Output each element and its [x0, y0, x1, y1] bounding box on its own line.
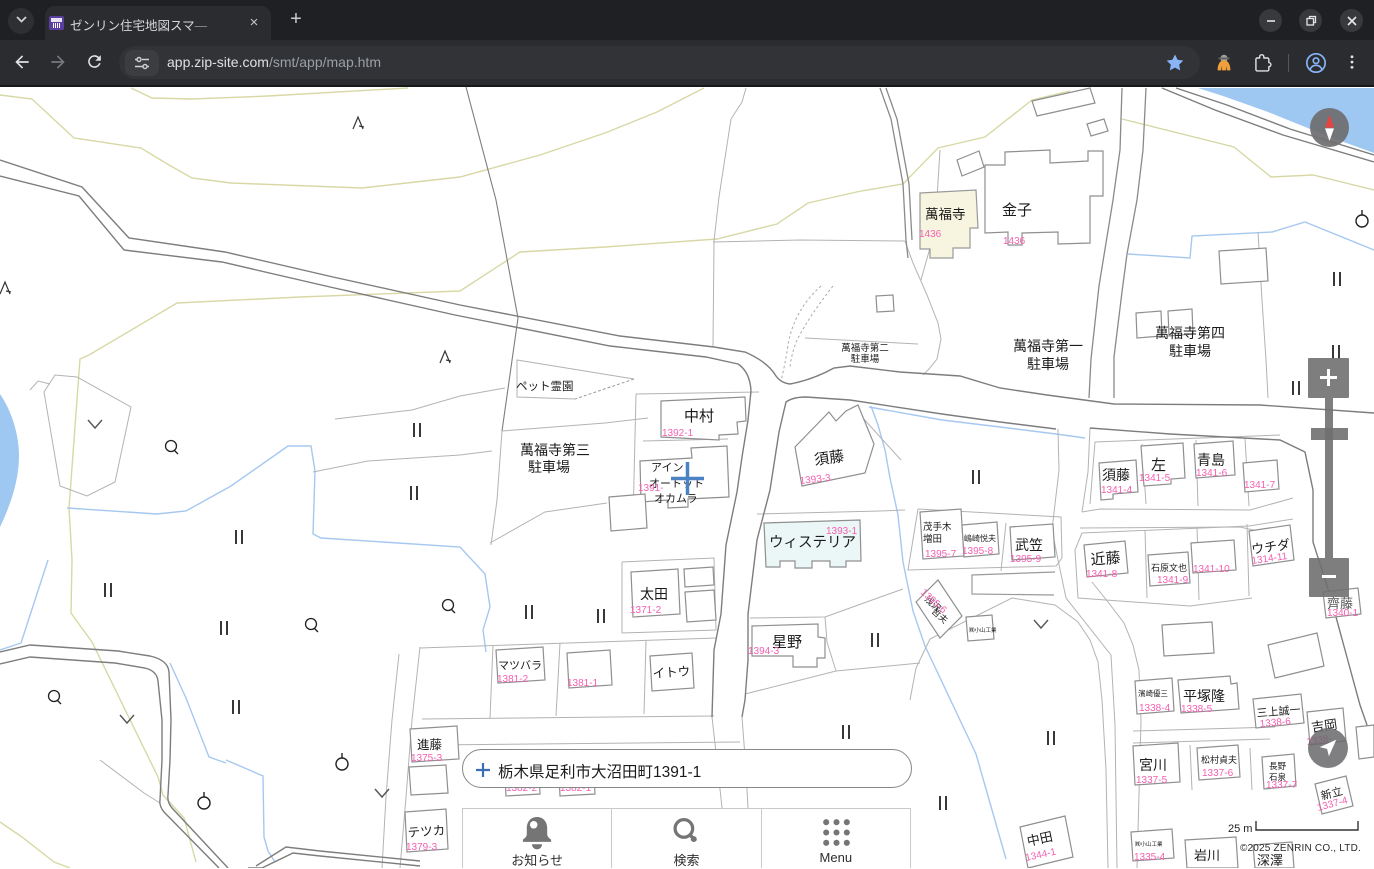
svg-text:松村貞夫: 松村貞夫 [1201, 754, 1237, 765]
svg-text:太田: 太田 [640, 586, 668, 602]
svg-text:㈱小山工業: ㈱小山工業 [969, 626, 997, 634]
svg-text:近藤: 近藤 [1090, 549, 1121, 569]
svg-text:1392-1: 1392-1 [662, 428, 694, 439]
svg-text:1341-4: 1341-4 [1101, 485, 1133, 496]
svg-text:1371-2: 1371-2 [630, 605, 662, 616]
svg-text:1394-3: 1394-3 [748, 646, 780, 657]
svg-text:1375-3: 1375-3 [411, 753, 443, 764]
svg-text:駐車場: 駐車場 [1169, 343, 1211, 359]
svg-text:©2025 ZENRIN CO., LTD.: ©2025 ZENRIN CO., LTD. [1240, 843, 1361, 854]
svg-text:中村: 中村 [684, 408, 714, 425]
svg-text:1335-4: 1335-4 [1134, 852, 1166, 863]
svg-text:1337-7: 1337-7 [1266, 780, 1298, 791]
svg-text:左: 左 [1151, 457, 1166, 474]
svg-text:1341-10: 1341-10 [1193, 564, 1230, 575]
svg-text:1436: 1436 [919, 229, 942, 240]
svg-text:1338-4: 1338-4 [1139, 703, 1171, 714]
svg-text:1341-5: 1341-5 [1139, 473, 1171, 484]
svg-text:茂手木: 茂手木 [923, 521, 952, 533]
svg-text:1381-1: 1381-1 [567, 678, 599, 689]
svg-text:武笠: 武笠 [1015, 537, 1043, 553]
svg-text:萬福寺: 萬福寺 [925, 207, 966, 222]
svg-text:25 m: 25 m [1228, 823, 1252, 835]
svg-text:長野: 長野 [1269, 761, 1287, 771]
svg-text:青島: 青島 [1197, 452, 1225, 468]
svg-text:駐車場: 駐車場 [1027, 356, 1069, 372]
svg-text:萬福寺第二: 萬福寺第二 [841, 342, 889, 354]
svg-text:嶋崎悦夫: 嶋崎悦夫 [964, 533, 996, 543]
svg-text:濱崎優三: 濱崎優三 [1138, 688, 1168, 698]
svg-text:ペット霊園: ペット霊園 [516, 380, 574, 393]
svg-text:深澤: 深澤 [1257, 853, 1283, 868]
svg-text:1337-5: 1337-5 [1136, 775, 1168, 786]
svg-text:1436: 1436 [1003, 236, 1026, 247]
svg-text:アイン: アイン [651, 462, 683, 474]
svg-text:萬福寺第三: 萬福寺第三 [520, 442, 590, 458]
svg-text:須藤: 須藤 [1102, 467, 1130, 483]
svg-text:平塚隆: 平塚隆 [1183, 688, 1225, 704]
svg-text:1341-6: 1341-6 [1196, 468, 1228, 479]
svg-text:マツバラ: マツバラ [498, 659, 542, 672]
svg-text:1337-6: 1337-6 [1202, 768, 1234, 779]
svg-text:1395-8: 1395-8 [962, 546, 994, 557]
svg-text:1341-7: 1341-7 [1244, 480, 1276, 491]
svg-text:1341-8: 1341-8 [1086, 569, 1118, 580]
svg-text:萬福寺第四: 萬福寺第四 [1155, 325, 1225, 341]
svg-text:駐車場: 駐車場 [851, 353, 880, 365]
svg-text:駐車場: 駐車場 [528, 459, 570, 475]
svg-text:1391-: 1391- [638, 483, 664, 494]
svg-text:テツカ: テツカ [407, 823, 445, 840]
svg-text:金子: 金子 [1002, 202, 1032, 219]
svg-text:進藤: 進藤 [417, 738, 443, 752]
svg-text:石原文也: 石原文也 [1151, 562, 1187, 573]
svg-text:1340-1: 1340-1 [1327, 608, 1359, 619]
svg-text:宮川: 宮川 [1139, 757, 1167, 773]
svg-text:1379-3: 1379-3 [406, 842, 438, 853]
svg-text:萬福寺第一: 萬福寺第一 [1013, 338, 1083, 354]
svg-text:イトウ: イトウ [652, 664, 690, 681]
svg-text:増田: 増田 [923, 533, 942, 545]
svg-text:1381-2: 1381-2 [497, 674, 529, 685]
svg-text:㈱小山工業: ㈱小山工業 [1135, 840, 1163, 848]
svg-text:岩川: 岩川 [1194, 848, 1220, 863]
svg-text:1341-9: 1341-9 [1157, 575, 1189, 586]
svg-text:1393-1: 1393-1 [826, 526, 858, 537]
svg-text:1338-5: 1338-5 [1181, 704, 1213, 715]
svg-text:1395-7: 1395-7 [925, 549, 957, 560]
svg-text:1395-9: 1395-9 [1010, 554, 1042, 565]
